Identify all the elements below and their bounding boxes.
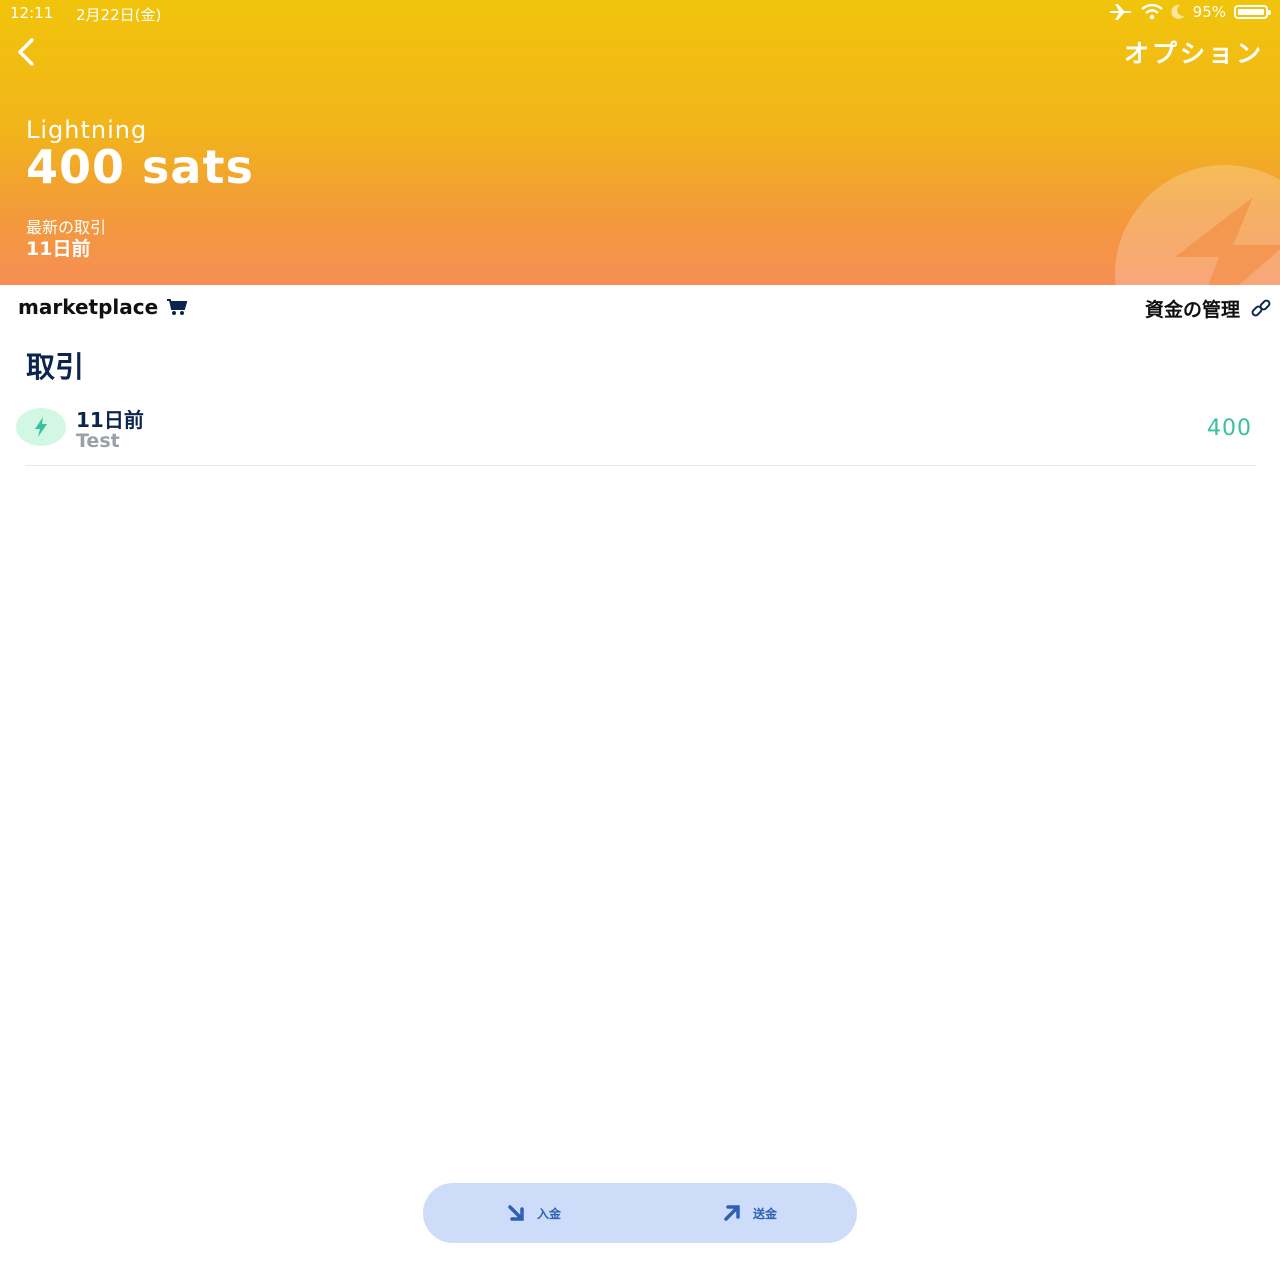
options-button[interactable]: オプション: [1124, 34, 1264, 70]
wallet-balance: 400 sats: [26, 140, 254, 194]
back-chevron-icon[interactable]: [12, 36, 44, 68]
manage-funds-label: 資金の管理: [1144, 299, 1240, 321]
wifi-icon: [1140, 4, 1163, 20]
send-label: 送金: [753, 1206, 778, 1221]
marketplace-button[interactable]: marketplace: [18, 295, 188, 319]
send-button[interactable]: 送金: [723, 1183, 777, 1243]
status-date: 2月22日(金): [76, 6, 162, 24]
transaction-memo: Test: [76, 430, 120, 452]
cart-icon: [167, 299, 188, 315]
battery-percentage: 95%: [1192, 3, 1226, 21]
transaction-date: 11日前: [76, 408, 144, 432]
link-icon: [1251, 299, 1271, 316]
status-time: 12:11: [10, 4, 54, 22]
latest-transaction-value: 11日前: [26, 238, 91, 260]
airplane-icon: [1109, 4, 1132, 20]
receive-label: 入金: [537, 1206, 562, 1221]
arrow-down-right-icon: [508, 1205, 524, 1221]
battery-icon: [1234, 5, 1271, 19]
status-indicators: 95%: [1109, 3, 1271, 21]
transaction-amount: 400: [1207, 416, 1252, 441]
transaction-row[interactable]: 11日前 Test 400: [16, 398, 1256, 466]
receive-button[interactable]: 入金: [507, 1183, 561, 1243]
manage-funds-button[interactable]: 資金の管理: [1145, 295, 1272, 322]
status-bar: 12:11 2月22日(金) 95%: [0, 0, 1280, 26]
moon-icon: [1171, 4, 1184, 19]
transactions-title: 取引: [26, 350, 85, 384]
wallet-header: 12:11 2月22日(金) 95% オプション Lightning 400 s…: [0, 0, 1280, 285]
action-bar: 入金 送金: [423, 1183, 857, 1243]
marketplace-label: marketplace: [18, 295, 159, 319]
lightning-watermark-icon: [1115, 165, 1280, 285]
lightning-icon: [16, 408, 66, 446]
arrow-up-right-icon: [724, 1205, 740, 1221]
wallet-toolbar: marketplace 資金の管理: [0, 285, 1280, 335]
